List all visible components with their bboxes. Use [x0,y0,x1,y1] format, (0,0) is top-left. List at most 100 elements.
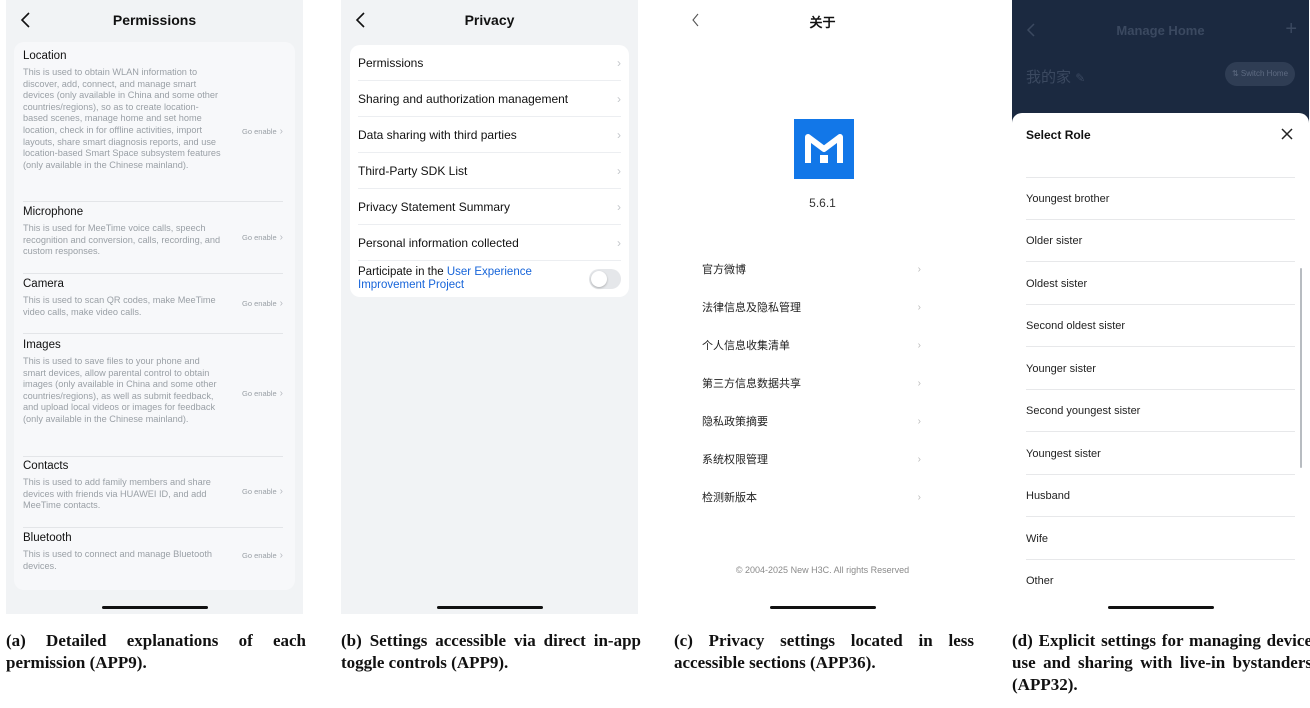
role-option[interactable]: Other [1026,560,1295,602]
permission-description: This is used to add family members and s… [23,477,211,511]
page-title: Permissions [112,12,197,28]
role-option[interactable]: Second youngest sister [1026,390,1295,432]
privacy-screen: Privacy Permissions › Sharing and authori… [341,0,638,614]
chevron-right-icon: › [917,301,921,313]
copyright-text: © 2004-2025 New H3C. All rights Reserved [735,565,910,575]
m-logo-icon [805,134,843,163]
menu-item-label: Privacy Statement Summary [358,199,511,214]
go-enable-button[interactable]: Go enable › [242,298,283,309]
menu-item-check-update[interactable]: 检测新版本 › [702,478,921,516]
permission-description: This is used to save files to your phone… [23,356,217,424]
chevron-right-icon: › [279,388,283,399]
menu-item-sdk-list[interactable]: Third-Party SDK List › [358,153,621,189]
permission-description: This is used to obtain WLAN information … [23,67,221,170]
menu-item-weibo[interactable]: 官方微博 › [702,250,921,288]
go-enable-button[interactable]: Go enable › [242,550,283,561]
menu-item-label: 法律信息及隐私管理 [702,302,801,314]
role-option[interactable]: Youngest sister [1026,433,1295,475]
chevron-right-icon: › [917,263,921,275]
go-enable-button[interactable]: Go enable › [242,126,283,137]
ux-improvement-toggle[interactable] [589,269,621,289]
role-option[interactable]: Wife [1026,518,1295,560]
menu-item-label: Data sharing with third parties [358,127,517,142]
home-indicator [101,606,208,609]
chevron-right-icon: › [279,126,283,137]
menu-item-legal-privacy[interactable]: 法律信息及隐私管理 › [702,288,921,326]
scrollbar[interactable] [1300,268,1302,468]
chevron-right-icon: › [917,491,921,503]
chevron-right-icon: › [917,377,921,389]
manage-home-screen: Manage Home + 我的家 ✎ ⇅ Switch Home Select… [1012,0,1309,614]
menu-item-sharing-authorization[interactable]: Sharing and authorization management › [358,81,621,117]
permission-title: Images [23,339,61,351]
menu-item-label: 隐私政策摘要 [702,416,768,428]
menu-item-label: 官方微博 [702,264,746,276]
chevron-right-icon: › [617,163,621,178]
home-indicator [769,606,876,609]
menu-item-label: Third-Party SDK List [358,163,468,178]
chevron-right-icon: › [617,127,621,142]
app-logo [794,119,854,179]
home-name[interactable]: 我的家 ✎ [1026,66,1085,87]
chevron-right-icon: › [279,232,283,243]
chevron-right-icon: › [279,486,283,497]
sheet-title: Select Role [1026,128,1091,142]
go-enable-label: Go enable [242,299,277,308]
permission-images: Images This is used to save files to you… [23,339,283,457]
role-label: Oldest sister [1026,277,1088,290]
chevron-right-icon: › [617,55,621,70]
permission-camera: Camera This is used to scan QR codes, ma… [23,278,283,334]
menu-item-personal-info[interactable]: Personal information collected › [358,225,621,261]
menu-item-system-permissions[interactable]: 系统权限管理 › [702,440,921,478]
chevron-right-icon: › [617,91,621,106]
go-enable-button[interactable]: Go enable › [242,486,283,497]
menu-item-label: Sharing and authorization management [358,91,569,106]
role-option[interactable]: Oldest sister [1026,263,1295,305]
permission-description: This is used to scan QR codes, make MeeT… [23,295,216,317]
plus-icon[interactable]: + [1285,18,1297,41]
menu-item-info-collection[interactable]: 个人信息收集清单 › [702,326,921,364]
permission-title: Camera [23,278,64,290]
privacy-menu: Permissions › Sharing and authorization m… [350,45,629,297]
go-enable-label: Go enable [242,389,277,398]
go-enable-button[interactable]: Go enable › [242,388,283,399]
permission-title: Contacts [23,460,69,472]
home-indicator [1107,606,1214,609]
role-option[interactable]: Youngest brother [1026,178,1295,220]
menu-item-permissions[interactable]: Permissions › [358,45,621,81]
role-label: Youngest brother [1026,192,1110,205]
switch-home-button[interactable]: ⇅ Switch Home [1225,62,1295,86]
menu-item-label: 第三方信息数据共享 [702,378,801,390]
role-option[interactable]: Older sister [1026,220,1295,262]
menu-item-data-sharing[interactable]: Data sharing with third parties › [358,117,621,153]
permission-title: Microphone [23,206,84,218]
ux-improvement-row: Participate in the User Experience Impro… [358,261,621,297]
role-option[interactable]: Younger sister [1026,348,1295,390]
permission-list: Location This is used to obtain WLAN inf… [14,42,295,590]
permissions-screen: Permissions Location This is used to obt… [6,0,303,614]
nav-bar: Permissions [6,0,303,42]
manage-home-header: Manage Home + 我的家 ✎ ⇅ Switch Home [1012,0,1309,130]
menu-item-privacy-summary[interactable]: Privacy Statement Summary › [358,189,621,225]
permission-microphone: Microphone This is used for MeeTime voic… [23,206,283,274]
permission-location: Location This is used to obtain WLAN inf… [23,50,283,202]
app-version: 5.6.1 [809,196,836,210]
go-enable-label: Go enable [242,233,277,242]
permission-title: Bluetooth [23,532,72,544]
permission-contacts: Contacts This is used to add family memb… [23,460,283,528]
menu-item-third-party-sharing[interactable]: 第三方信息数据共享 › [702,364,921,402]
permission-bluetooth: Bluetooth This is used to connect and ma… [23,532,283,584]
home-indicator [436,606,543,609]
go-enable-label: Go enable [242,551,277,560]
go-enable-label: Go enable [242,127,277,136]
menu-item-label: 检测新版本 [702,492,757,504]
go-enable-label: Go enable [242,487,277,496]
role-label: Second oldest sister [1026,319,1126,332]
go-enable-button[interactable]: Go enable › [242,232,283,243]
role-option[interactable]: Husband [1026,475,1295,517]
menu-item-privacy-summary[interactable]: 隐私政策摘要 › [702,402,921,440]
chevron-right-icon: › [279,298,283,309]
close-icon[interactable] [1279,123,1295,145]
page-title: Privacy [464,12,515,28]
role-option[interactable]: Second oldest sister [1026,305,1295,347]
